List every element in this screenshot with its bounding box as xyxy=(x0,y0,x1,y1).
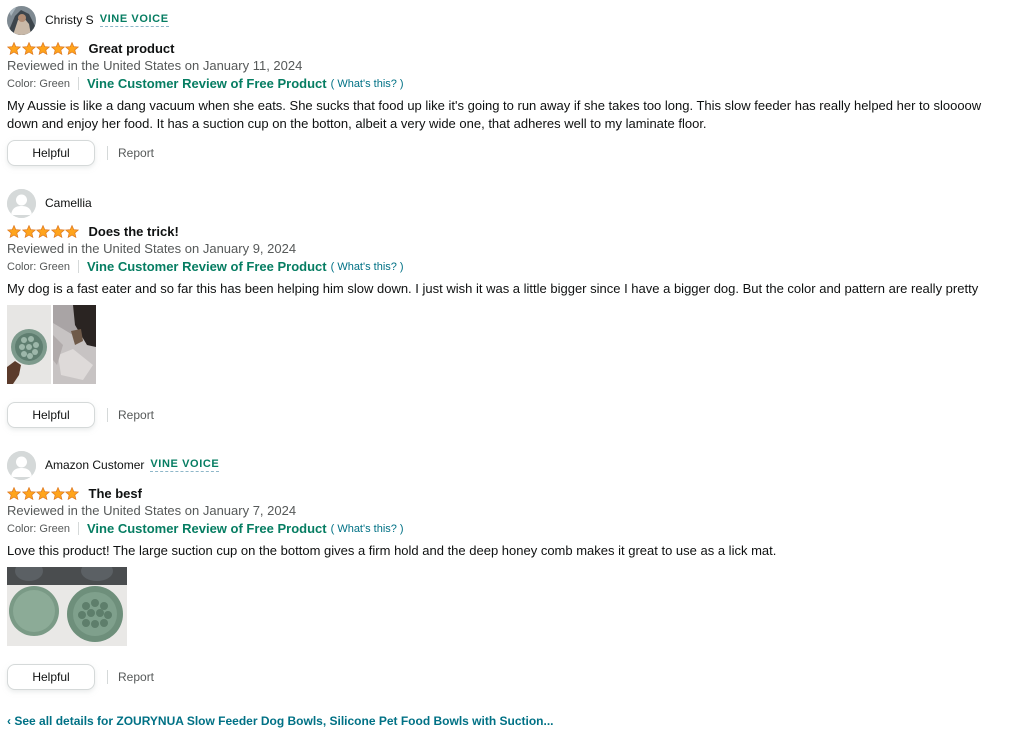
helpful-button[interactable]: Helpful xyxy=(7,664,95,690)
review-body: My dog is a fast eater and so far this h… xyxy=(7,281,979,296)
vine-review-label: Vine Customer Review of Free Product xyxy=(86,521,327,536)
divider xyxy=(107,146,108,160)
star-rating[interactable] xyxy=(7,41,80,55)
review-date: Reviewed in the United States on January… xyxy=(7,241,297,256)
title-row: Great product xyxy=(7,39,174,57)
star-icon xyxy=(65,224,79,238)
whats-this-link[interactable]: ( What's this? ) xyxy=(331,523,404,535)
star-icon xyxy=(7,224,21,238)
helpful-button[interactable]: Helpful xyxy=(7,402,95,428)
helpful-button[interactable]: Helpful xyxy=(7,140,95,166)
star-rating[interactable] xyxy=(7,486,80,500)
star-rating[interactable] xyxy=(7,224,80,238)
avatar[interactable] xyxy=(7,5,36,35)
divider xyxy=(77,522,79,535)
variant-label: Color: Green xyxy=(7,77,70,90)
review-title[interactable]: Does the trick! xyxy=(89,224,179,239)
star-icon xyxy=(36,41,50,55)
star-icon xyxy=(65,41,79,55)
star-icon xyxy=(50,41,65,55)
review-photo[interactable] xyxy=(7,567,127,646)
divider xyxy=(77,77,79,90)
title-row: Does the trick! xyxy=(7,222,179,240)
star-icon xyxy=(21,41,36,55)
whats-this-link[interactable]: ( What's this? ) xyxy=(331,78,404,90)
review: Amazon Customer VINE VOICE The besf Revi… xyxy=(7,450,1012,695)
star-icon xyxy=(21,224,36,238)
review-body: Love this product! The large suction cup… xyxy=(7,543,777,558)
author-row: Christy S VINE VOICE xyxy=(7,5,169,35)
divider xyxy=(107,408,108,422)
variant-label: Color: Green xyxy=(7,260,70,273)
variant-label: Color: Green xyxy=(7,522,70,535)
author-name[interactable]: Christy S xyxy=(45,13,94,27)
avatar[interactable] xyxy=(7,188,36,218)
report-link[interactable]: Report xyxy=(118,670,154,684)
star-icon xyxy=(36,486,50,500)
vine-review-label: Vine Customer Review of Free Product xyxy=(86,259,327,274)
author-name[interactable]: Camellia xyxy=(45,196,92,210)
review-actions: Helpful Report xyxy=(7,139,154,167)
vine-voice-badge[interactable]: VINE VOICE xyxy=(99,13,169,27)
review-title[interactable]: The besf xyxy=(89,486,142,501)
star-icon xyxy=(65,486,79,500)
review-photo[interactable] xyxy=(53,305,96,384)
review-meta: Color: Green Vine Customer Review of Fre… xyxy=(7,76,404,91)
vine-voice-badge[interactable]: VINE VOICE xyxy=(150,458,220,472)
star-icon xyxy=(36,224,50,238)
vine-review-label: Vine Customer Review of Free Product xyxy=(86,76,327,91)
report-link[interactable]: Report xyxy=(118,146,154,160)
review-actions: Helpful Report xyxy=(7,401,154,429)
avatar[interactable] xyxy=(7,450,36,480)
review-date: Reviewed in the United States on January… xyxy=(7,58,303,73)
divider xyxy=(77,260,79,273)
author-row: Amazon Customer VINE VOICE xyxy=(7,450,220,480)
review-meta: Color: Green Vine Customer Review of Fre… xyxy=(7,521,404,536)
review: Christy S VINE VOICE Great product Revie… xyxy=(7,5,1012,170)
star-icon xyxy=(50,486,65,500)
author-row: Camellia xyxy=(7,188,92,218)
review-date: Reviewed in the United States on January… xyxy=(7,503,297,518)
star-icon xyxy=(50,224,65,238)
title-row: The besf xyxy=(7,484,142,502)
divider xyxy=(107,670,108,684)
star-icon xyxy=(7,486,21,500)
review: Camellia Does the trick! Reviewed in the… xyxy=(7,188,1012,433)
whats-this-link[interactable]: ( What's this? ) xyxy=(331,261,404,273)
review-photo[interactable] xyxy=(7,305,51,384)
review-actions: Helpful Report xyxy=(7,663,154,691)
report-link[interactable]: Report xyxy=(118,408,154,422)
review-meta: Color: Green Vine Customer Review of Fre… xyxy=(7,259,404,274)
star-icon xyxy=(21,486,36,500)
see-all-details-link[interactable]: ‹ See all details for ZOURYNUA Slow Feed… xyxy=(7,714,554,728)
review-body: My Aussie is like a dang vacuum when she… xyxy=(7,98,982,131)
review-title[interactable]: Great product xyxy=(89,41,175,56)
author-name[interactable]: Amazon Customer xyxy=(45,458,144,472)
star-icon xyxy=(7,41,21,55)
